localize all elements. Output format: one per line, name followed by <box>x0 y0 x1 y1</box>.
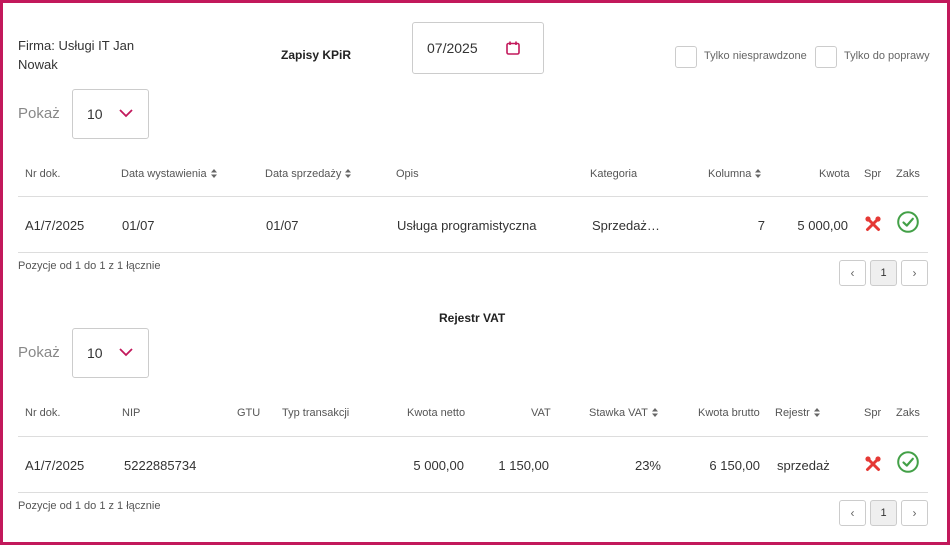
kpir-cell-category: Sprzedaż… <box>592 218 660 233</box>
chevron-down-icon <box>119 109 133 118</box>
sort-icon[interactable] <box>651 408 658 417</box>
divider <box>18 196 928 197</box>
sort-icon[interactable] <box>755 169 762 178</box>
kpir-page-size-label: Pokaż <box>18 105 60 122</box>
vat-page-size-select[interactable]: 10 <box>72 328 149 378</box>
sort-icon[interactable] <box>813 408 820 417</box>
company-name: Firma: Usługi IT Jan Nowak <box>18 38 135 72</box>
kpir-col-description: Opis <box>396 168 419 180</box>
kpir-col-amount: Kwota <box>819 168 850 180</box>
vat-col-checked: Spr <box>864 407 882 419</box>
vat-col-register-label: Rejestr <box>775 407 810 419</box>
vat-page-button[interactable]: 1 <box>870 500 897 526</box>
vat-title: Rejestr VAT <box>439 311 506 325</box>
vat-cell-vat: 1 150,00 <box>498 458 549 473</box>
chevron-left-icon: ‹ <box>850 506 855 520</box>
month-picker[interactable]: 07/2025 <box>412 22 544 74</box>
kpir-cell-nr[interactable]: A1/7/2025 <box>25 218 84 233</box>
kpir-col-checked: Spr <box>864 168 882 180</box>
vat-col-rate[interactable]: Stawka VAT <box>589 407 658 419</box>
kpir-col-issue-date[interactable]: Data wystawienia <box>121 168 217 180</box>
vat-cell-gross: 6 150,00 <box>709 458 760 473</box>
vat-col-gross: Kwota brutto <box>698 407 760 419</box>
kpir-cell-description: Usługa programistyczna <box>397 218 537 233</box>
kpir-prev-page-button[interactable]: ‹ <box>839 260 866 286</box>
chevron-left-icon: ‹ <box>850 266 855 280</box>
check-circle-icon[interactable] <box>897 211 919 233</box>
chevron-down-icon <box>119 348 133 357</box>
tools-icon[interactable] <box>865 216 881 232</box>
vat-col-net: Kwota netto <box>407 407 466 419</box>
kpir-col-issue-date-label: Data wystawienia <box>121 168 207 180</box>
kpir-cell-sale-date: 01/07 <box>266 218 299 233</box>
vat-cell-nip: 5222885734 <box>124 458 197 473</box>
kpir-page-button[interactable]: 1 <box>870 260 897 286</box>
kpir-page-size-value: 10 <box>87 106 103 122</box>
vat-cell-net: 5 000,00 <box>413 458 464 473</box>
kpir-col-column[interactable]: Kolumna <box>708 168 762 180</box>
kpir-col-sale-date-label: Data sprzedaży <box>265 168 342 180</box>
vat-page-size-value: 10 <box>87 345 103 361</box>
vat-col-gtu: GTU <box>237 407 261 419</box>
vat-pagination-info: Pozycje od 1 do 1 z 1 łącznie <box>18 500 161 512</box>
kpir-cell-amount: 5 000,00 <box>797 218 848 233</box>
filter-to-fix-checkbox[interactable] <box>815 46 837 68</box>
calendar-icon[interactable] <box>506 41 520 55</box>
kpir-col-nr: Nr dok. <box>25 168 61 180</box>
kpir-col-category: Kategoria <box>590 168 638 180</box>
vat-col-vat: VAT <box>531 407 551 419</box>
vat-prev-page-button[interactable]: ‹ <box>839 500 866 526</box>
vat-next-page-button[interactable]: › <box>901 500 928 526</box>
vat-cell-rate: 23% <box>634 458 661 473</box>
vat-col-nr: Nr dok. <box>25 407 61 419</box>
kpir-cell-issue-date: 01/07 <box>122 218 155 233</box>
tools-icon[interactable] <box>865 456 881 472</box>
divider <box>18 492 928 493</box>
kpir-col-sale-date[interactable]: Data sprzedaży <box>265 168 352 180</box>
vat-col-nip: NIP <box>122 407 141 419</box>
month-value: 07/2025 <box>427 40 478 56</box>
kpir-col-done: Zaks <box>896 168 920 180</box>
kpir-col-column-label: Kolumna <box>708 168 752 180</box>
sort-icon[interactable] <box>210 169 217 178</box>
vat-cell-nr[interactable]: A1/7/2025 <box>25 458 84 473</box>
kpir-next-page-button[interactable]: › <box>901 260 928 286</box>
vat-col-type: Typ transakcji <box>282 407 350 419</box>
vat-col-rate-label: Stawka VAT <box>589 407 648 419</box>
chevron-right-icon: › <box>912 506 917 520</box>
vat-page-size-label: Pokaż <box>18 344 60 361</box>
kpir-cell-column: 7 <box>757 218 765 233</box>
kpir-pagination-info: Pozycje od 1 do 1 z 1 łącznie <box>18 260 161 272</box>
kpir-title: Zapisy KPiR <box>281 48 352 62</box>
filter-unchecked-checkbox[interactable] <box>675 46 697 68</box>
chevron-right-icon: › <box>912 266 917 280</box>
divider <box>18 436 928 437</box>
vat-col-done: Zaks <box>896 407 920 419</box>
divider <box>18 252 928 253</box>
vat-cell-register: sprzedaż <box>777 458 830 473</box>
sort-icon[interactable] <box>345 169 352 178</box>
kpir-page-size-select[interactable]: 10 <box>72 89 149 139</box>
vat-col-register[interactable]: Rejestr <box>775 407 820 419</box>
check-circle-icon[interactable] <box>897 451 919 473</box>
filter-unchecked-label: Tylko niesprawdzone <box>704 50 807 62</box>
filter-to-fix-label: Tylko do poprawy <box>844 50 930 62</box>
